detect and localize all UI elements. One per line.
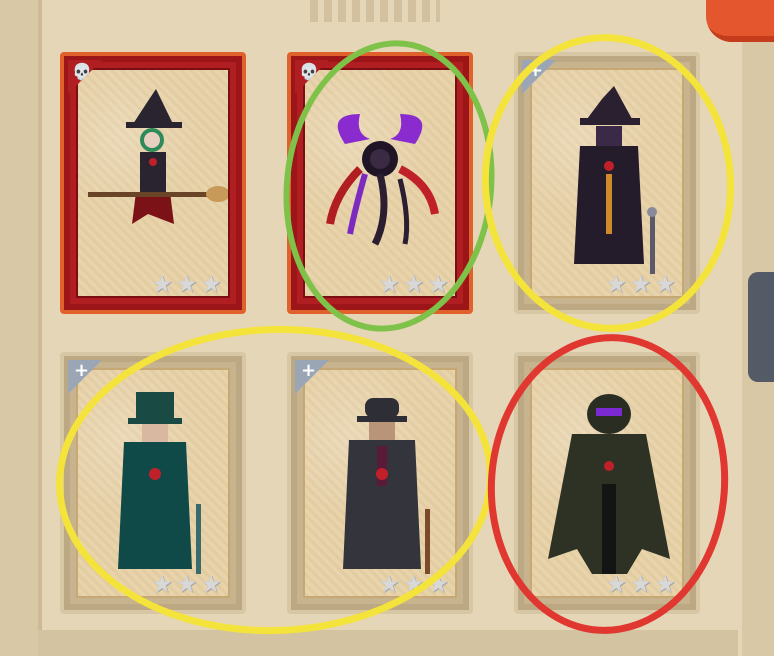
scroll-rail[interactable]: [748, 272, 774, 382]
star-icon: ★: [151, 270, 173, 298]
close-corner-button[interactable]: [706, 0, 774, 42]
star-rating: ★ ★ ★: [151, 272, 222, 296]
bottom-row-edge: [38, 630, 738, 656]
header-ornament: [310, 0, 440, 22]
star-icon: ★: [200, 270, 222, 298]
witch-portrait: [88, 89, 228, 224]
star-icon: ★: [175, 270, 198, 298]
character-card-witch[interactable]: 💀 ★ ★ ★: [60, 52, 246, 314]
